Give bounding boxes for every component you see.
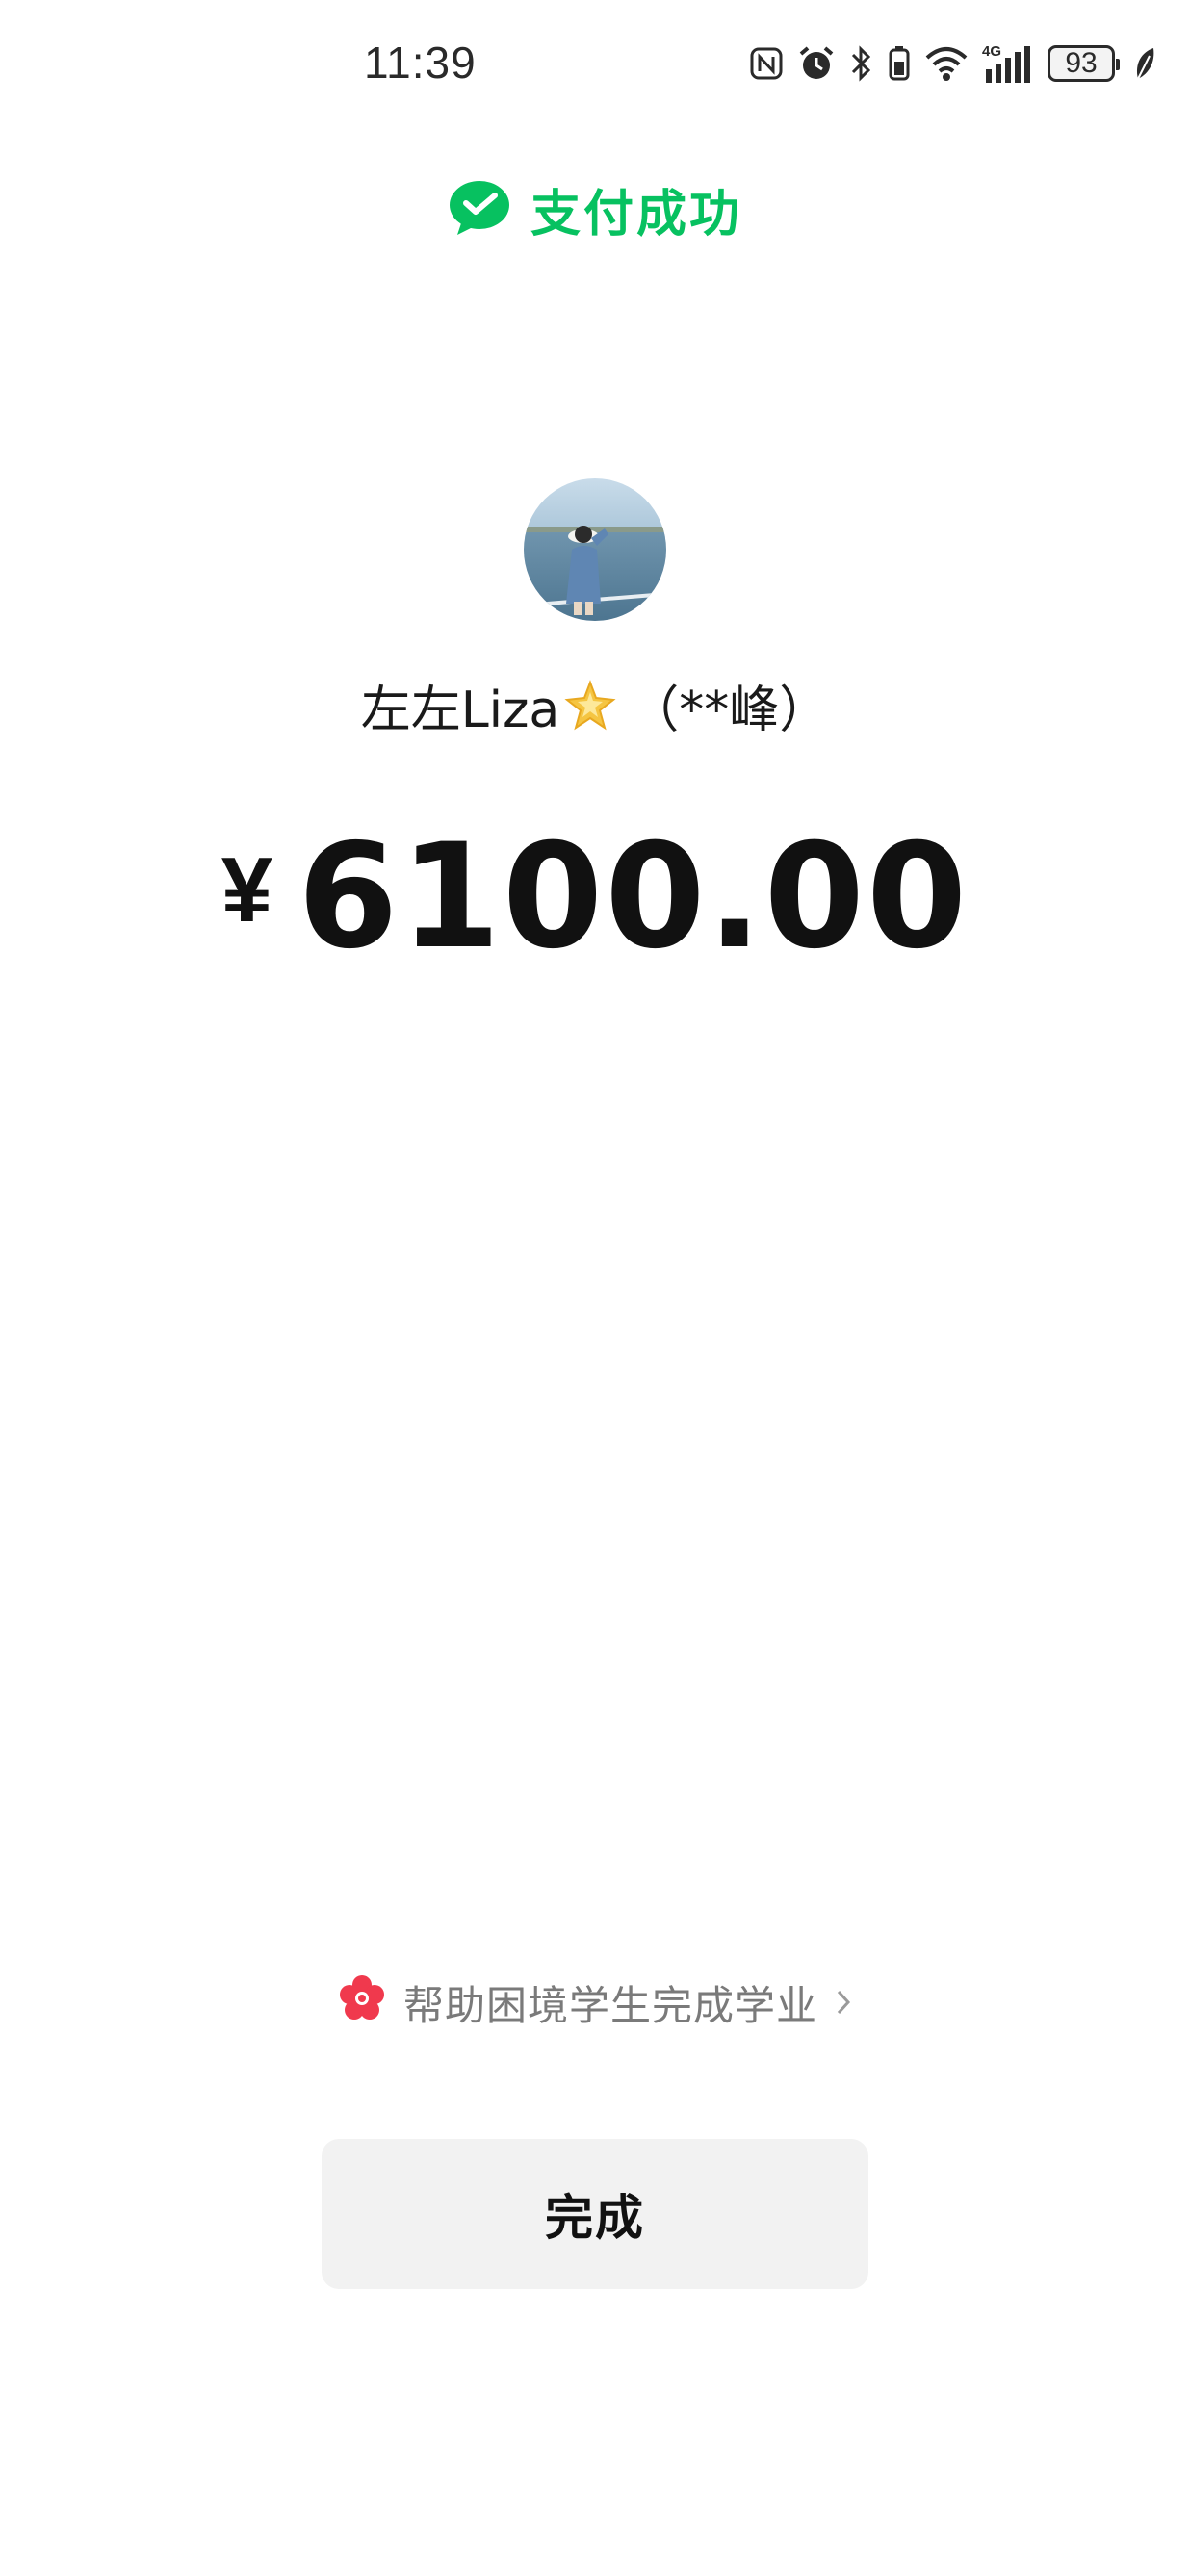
payment-amount: ¥ 6100.00 bbox=[0, 813, 1190, 981]
recipient-name-row: 左左Liza （**峰） bbox=[0, 669, 1190, 741]
leaf-icon bbox=[1134, 46, 1155, 81]
star-icon bbox=[563, 679, 617, 733]
amount-value: 6100.00 bbox=[298, 813, 970, 981]
status-time: 11:39 bbox=[364, 38, 477, 88]
payment-success-screen: 11:39 4G 93 支付成功 左左Liza （**峰） ¥ 6100.00 … bbox=[0, 0, 1190, 2576]
cellular-signal-icon: 4G bbox=[982, 42, 1034, 85]
recipient-avatar bbox=[524, 478, 666, 621]
recipient-name: 左左Liza bbox=[360, 682, 560, 739]
payment-success-title: 支付成功 bbox=[530, 186, 742, 244]
wechat-pay-icon bbox=[448, 179, 511, 241]
payment-status-header: 支付成功 bbox=[0, 173, 1190, 245]
bluetooth-icon bbox=[849, 44, 874, 83]
currency-symbol: ¥ bbox=[220, 838, 273, 941]
red-flower-icon bbox=[338, 1974, 386, 2032]
chevron-right-icon bbox=[835, 1979, 852, 2026]
done-button[interactable]: 完成 bbox=[322, 2139, 868, 2289]
alarm-icon bbox=[797, 44, 836, 83]
charity-link[interactable]: 帮助困境学生完成学业 bbox=[0, 1973, 1190, 2032]
charity-text: 帮助困境学生完成学业 bbox=[402, 1982, 817, 2029]
svg-text:4G: 4G bbox=[982, 43, 1001, 60]
recipient-masked-name: （**峰） bbox=[629, 682, 830, 739]
battery-icon: 93 bbox=[1048, 45, 1120, 82]
status-icons: 4G 93 bbox=[749, 39, 1155, 89]
nfc-icon bbox=[749, 46, 784, 81]
wifi-icon bbox=[924, 44, 969, 83]
battery-level: 93 bbox=[1065, 47, 1098, 79]
battery-saver-icon bbox=[888, 44, 911, 83]
